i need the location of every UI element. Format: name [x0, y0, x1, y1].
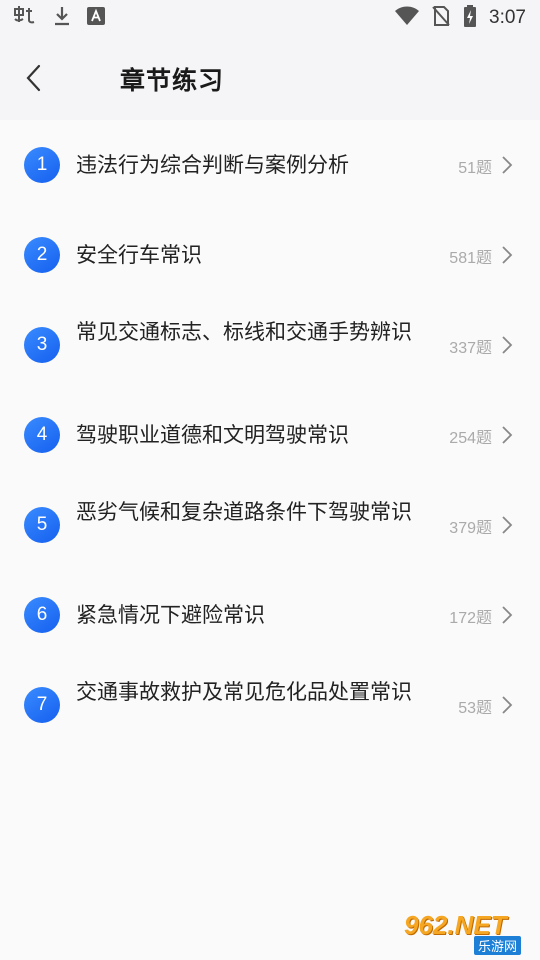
chapter-title: 常见交通标志、标线和交通手势辨识: [76, 320, 412, 344]
question-count: 172题: [449, 610, 492, 627]
chevron-right-icon: [502, 516, 513, 534]
chapter-item-7[interactable]: 7 交通事故救护及常见危化品处置常识 53题: [0, 660, 540, 750]
wifi-icon: [395, 6, 420, 30]
chapter-number-badge: 3: [24, 327, 60, 363]
chapter-item-1[interactable]: 1 违法行为综合判断与案例分析 51题: [0, 120, 540, 210]
status-time: 3:07: [489, 7, 526, 28]
chevron-right-icon: [502, 696, 513, 714]
app-header: 章节练习: [0, 36, 540, 120]
chapter-number-badge: 1: [24, 147, 60, 183]
chapter-title: 交通事故救护及常见危化品处置常识: [76, 680, 412, 704]
watermark-sub-text: 乐游网: [474, 936, 522, 955]
chapter-item-2[interactable]: 2 安全行车常识 581题: [0, 210, 540, 300]
chapter-item-5[interactable]: 5 恶劣气候和复杂道路条件下驾驶常识 379题: [0, 480, 540, 570]
question-count: 53题: [458, 700, 492, 717]
chapter-item-6[interactable]: 6 紧急情况下避险常识 172题: [0, 570, 540, 660]
chevron-left-icon: [26, 64, 41, 92]
download-icon: [52, 5, 72, 31]
chapter-item-4[interactable]: 4 驾驶职业道德和文明驾驶常识 254题: [0, 390, 540, 480]
chapter-title: 恶劣气候和复杂道路条件下驾驶常识: [76, 500, 412, 524]
chapter-title: 紧急情况下避险常识: [76, 603, 265, 627]
status-right: 3:07: [383, 5, 526, 31]
chapter-number-badge: 4: [24, 417, 60, 453]
chapter-number-badge: 2: [24, 237, 60, 273]
battery-charging-icon: [463, 5, 477, 31]
question-count: 581题: [449, 250, 492, 267]
chevron-right-icon: [502, 156, 513, 174]
chapter-title: 安全行车常识: [76, 243, 202, 267]
chevron-right-icon: [502, 606, 513, 624]
chapter-title: 驾驶职业道德和文明驾驶常识: [76, 423, 349, 447]
chapter-number-badge: 7: [24, 687, 60, 723]
chapter-title: 违法行为综合判断与案例分析: [76, 153, 349, 177]
question-count: 51题: [458, 160, 492, 177]
a-icon: [86, 6, 106, 30]
chapter-number-badge: 6: [24, 597, 60, 633]
question-count: 379题: [449, 520, 492, 537]
site-watermark: 962.NET 乐游网: [404, 910, 534, 956]
question-count: 337题: [449, 340, 492, 357]
status-left: [12, 5, 120, 31]
page-title: 章节练习: [120, 66, 225, 95]
back-button[interactable]: [14, 58, 54, 98]
no-sim-icon: [431, 5, 451, 31]
chapter-list: 1 违法行为综合判断与案例分析 51题 2 安全行车常识 581题 3 常见交通…: [0, 120, 540, 960]
chevron-right-icon: [502, 336, 513, 354]
app-icon: [12, 5, 38, 31]
chapter-item-3[interactable]: 3 常见交通标志、标线和交通手势辨识 337题: [0, 300, 540, 390]
status-bar: 3:07: [0, 0, 540, 36]
chapter-number-badge: 5: [24, 507, 60, 543]
chevron-right-icon: [502, 246, 513, 264]
chevron-right-icon: [502, 426, 513, 444]
question-count: 254题: [449, 430, 492, 447]
